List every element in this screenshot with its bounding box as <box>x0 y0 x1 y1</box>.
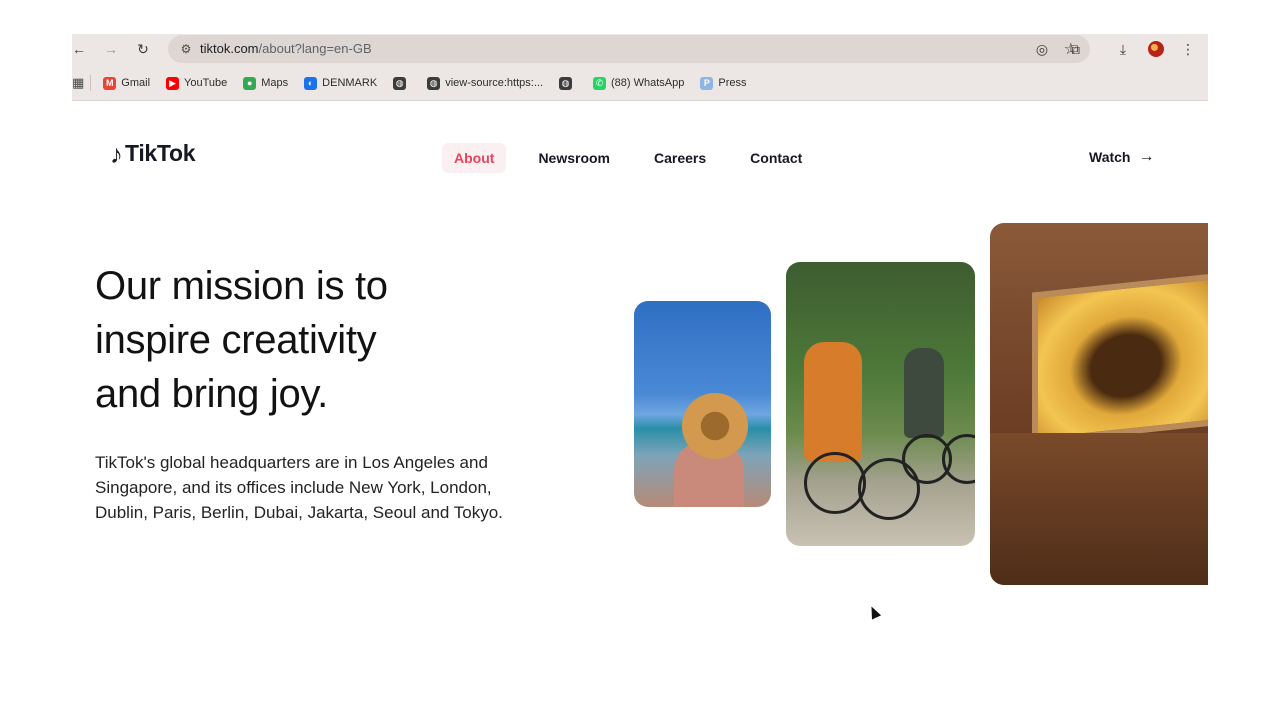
apps-grid-icon[interactable]: ▦ <box>72 75 84 91</box>
nav-about[interactable]: About <box>442 143 507 173</box>
arrow-right-icon: → <box>1138 148 1155 165</box>
bookmark-label: Gmail <box>121 77 151 89</box>
browser-toolbar: ← → ↻ ⚙ tiktok.com/about?lang=en-GB ☆ ◎ … <box>72 34 1208 64</box>
globe-icon: ◍ <box>427 76 441 90</box>
logo-text: TikTok <box>125 140 196 166</box>
back-icon[interactable]: ← <box>68 38 90 60</box>
tiktok-note-icon: ♪ <box>110 138 123 169</box>
bookmark-label: Maps <box>261 77 289 89</box>
bookmarks-separator <box>90 75 92 91</box>
headline-line-2: inspire creativity <box>95 318 377 362</box>
bookmark-item[interactable]: ◍ <box>393 76 411 90</box>
bookmark-label: YouTube <box>184 77 228 89</box>
headline-line-1: Our mission is to <box>95 264 388 308</box>
hero-body-text: TikTok's global headquarters are in Los … <box>95 453 503 522</box>
bookmark-label: DENMARK <box>322 77 378 89</box>
bookmark-item[interactable]: ▶ YouTube <box>166 76 228 90</box>
bookmark-item[interactable]: ● Maps <box>243 76 289 90</box>
bookmarks-bar: ▦ M Gmail ▶ YouTube ● Maps ◐ DENMARK ◍ ◍ view-sour… <box>72 72 1208 94</box>
watch-link[interactable]: Watch → <box>1089 148 1154 166</box>
bookmark-item[interactable]: ✆ (88) WhatsApp <box>593 76 685 90</box>
photo-beehive <box>990 223 1208 585</box>
url-text[interactable]: tiktok.com/about?lang=en-GB <box>200 41 372 56</box>
bookmark-list: M Gmail ▶ YouTube ● Maps ◐ DENMARK ◍ ◍ view-source… <box>103 76 762 90</box>
bookmark-item[interactable]: ◐ DENMARK <box>304 76 378 90</box>
whatsapp-icon: ✆ <box>593 76 607 90</box>
photo-woman-sun-hat <box>634 301 771 507</box>
main-nav: About Newsroom Careers Contact <box>442 143 834 173</box>
mouse-cursor-icon <box>866 604 882 620</box>
nav-contact[interactable]: Contact <box>738 143 814 173</box>
globe-icon: ◍ <box>393 76 407 90</box>
site-settings-icon[interactable]: ⚙ <box>178 41 194 57</box>
extension-icon[interactable]: ◎ <box>1032 39 1052 59</box>
globe-blue-icon: ◐ <box>304 76 318 90</box>
nav-newsroom[interactable]: Newsroom <box>526 143 622 173</box>
watch-label: Watch <box>1089 149 1131 165</box>
bookmark-item[interactable]: M Gmail <box>103 76 151 90</box>
browser-chrome: ← → ↻ ⚙ tiktok.com/about?lang=en-GB ☆ ◎ … <box>72 34 1208 101</box>
globe-icon: ◍ <box>559 76 573 90</box>
nav-careers[interactable]: Careers <box>642 143 718 173</box>
download-icon[interactable]: ⤓ <box>1113 39 1133 59</box>
bookmark-item[interactable]: P Press <box>700 76 747 90</box>
bookmark-label: view-source:https:... <box>445 77 544 89</box>
forward-icon[interactable]: → <box>100 38 122 60</box>
bookmark-label: (88) WhatsApp <box>611 77 685 89</box>
maps-icon: ● <box>243 76 257 90</box>
press-icon: P <box>700 76 714 90</box>
profile-avatar[interactable] <box>1146 39 1166 59</box>
youtube-icon: ▶ <box>166 76 180 90</box>
hero-headline: Our mission is to inspire creativity and… <box>95 259 515 421</box>
headline-line-3: and bring joy. <box>95 372 328 416</box>
bookmark-label: Press <box>718 77 747 89</box>
menu-kebab-icon[interactable]: ⋮ <box>1178 39 1198 59</box>
puzzle-icon[interactable]: ⧉ <box>1065 39 1085 59</box>
bookmark-item[interactable]: ◍ <box>559 76 577 90</box>
address-bar[interactable]: ⚙ tiktok.com/about?lang=en-GB ☆ <box>168 35 1090 63</box>
photo-cyclists <box>786 262 975 546</box>
tiktok-logo[interactable]: ♪ TikTok <box>110 138 196 169</box>
bookmark-item[interactable]: ◍ view-source:https:... <box>427 76 544 90</box>
reload-icon[interactable]: ↻ <box>132 38 154 60</box>
gmail-icon: M <box>103 76 117 90</box>
